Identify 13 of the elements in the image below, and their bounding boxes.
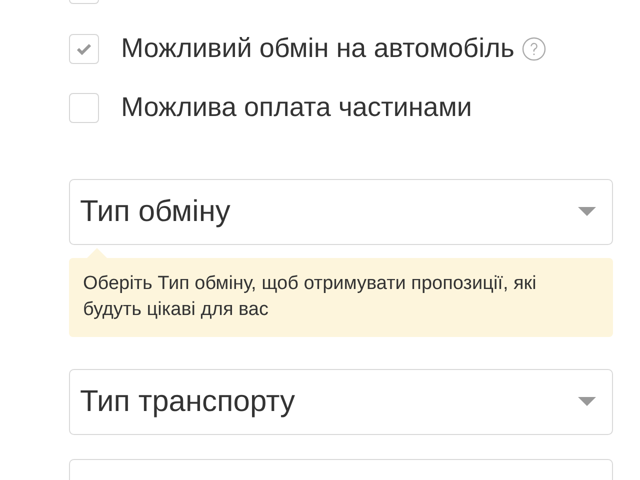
caret-icon [578,397,596,407]
checkbox[interactable] [69,92,99,122]
select-field[interactable] [69,459,613,480]
hint-tooltip: Оберіть Тип обміну, щоб отримувати пропозиції, які будуть цікаві для вас [69,247,613,337]
type-select[interactable]: Тип транспорту [69,369,613,435]
caret-icon [578,207,596,217]
checkbox[interactable] [69,0,99,4]
checkmark-icon [77,42,91,54]
checkbox-label: Можливий обмін на автомобіль [121,33,514,64]
help-icon[interactable] [522,36,546,60]
checkbox[interactable] [69,34,99,64]
type-select[interactable]: Тип обміну [69,179,613,245]
checkbox-label: Можлива оплата частинами [121,92,472,123]
